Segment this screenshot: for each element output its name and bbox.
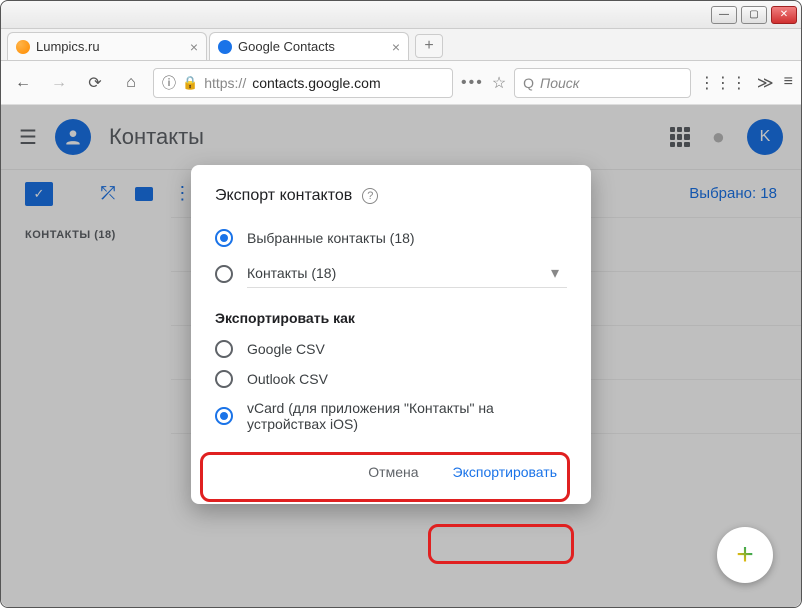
content-area: ☰ Контакты ● K ✓ ⤱ ⋮ Выбрано: 18 КОНТАКТ… (1, 105, 801, 607)
home-button[interactable]: ⌂ (117, 69, 145, 97)
radio-icon (215, 229, 233, 247)
back-button[interactable]: ← (9, 69, 37, 97)
window-maximize-button[interactable]: ▢ (741, 6, 767, 24)
new-tab-button[interactable]: + (415, 34, 443, 58)
export-button[interactable]: Экспортировать (443, 456, 567, 488)
navbar: ← → ⟳ ⌂ ⓘ 🔒 https://contacts.google.com … (1, 61, 801, 105)
menu-icon[interactable]: ≡ (784, 73, 793, 93)
radio-label: Google CSV (247, 341, 325, 357)
radio-icon (215, 265, 233, 283)
browser-tab[interactable]: Google Contacts × (209, 32, 409, 60)
tab-strip: Lumpics.ru × Google Contacts × + (1, 29, 801, 61)
favicon-icon (218, 40, 232, 54)
window-minimize-button[interactable]: — (711, 6, 737, 24)
bookmark-icon[interactable]: ☆ (492, 73, 506, 93)
radio-outlook-csv[interactable]: Outlook CSV (215, 364, 567, 394)
format-section-header: Экспортировать как (215, 310, 567, 326)
favicon-icon (16, 40, 30, 54)
url-host: contacts.google.com (252, 75, 380, 91)
toolbar-right: ⋮⋮⋮ ≫ ≡ (699, 73, 793, 93)
browser-tab[interactable]: Lumpics.ru × (7, 32, 207, 60)
radio-label: Выбранные контакты (18) (247, 230, 415, 246)
forward-button[interactable]: → (45, 69, 73, 97)
radio-selected-contacts[interactable]: Выбранные контакты (18) (215, 223, 567, 253)
dialog-actions: Отмена Экспортировать (215, 456, 567, 488)
library-icon[interactable]: ⋮⋮⋮ (699, 73, 747, 93)
help-icon[interactable]: ? (362, 188, 378, 204)
radio-label: Outlook CSV (247, 371, 328, 387)
radio-icon (215, 370, 233, 388)
reload-button[interactable]: ⟳ (81, 69, 109, 97)
window-close-button[interactable]: ✕ (771, 6, 797, 24)
dropdown-value: Контакты (18) (247, 265, 336, 281)
dialog-title-row: Экспорт контактов ? (215, 187, 567, 205)
cancel-button[interactable]: Отмена (358, 456, 428, 488)
browser-window: — ▢ ✕ Lumpics.ru × Google Contacts × + ←… (0, 0, 802, 608)
url-protocol: https:// (204, 75, 246, 91)
lock-icon: 🔒 (182, 75, 198, 91)
chevron-down-icon: ▾ (551, 263, 559, 283)
search-box[interactable]: Q Поиск (514, 68, 691, 98)
tab-title: Google Contacts (238, 39, 335, 54)
search-placeholder: Поиск (540, 75, 579, 91)
contacts-dropdown[interactable]: Контакты (18) ▾ (247, 259, 567, 288)
address-bar[interactable]: ⓘ 🔒 https:// contacts.google.com (153, 68, 453, 98)
search-icon: Q (523, 75, 534, 91)
radio-icon (215, 407, 233, 425)
add-contact-fab[interactable]: + (717, 527, 773, 583)
tab-close-icon[interactable]: × (190, 39, 198, 55)
tab-title: Lumpics.ru (36, 39, 100, 54)
radio-all-contacts[interactable]: Контакты (18) ▾ (215, 253, 567, 294)
radio-label: vCard (для приложения "Контакты" на устр… (247, 400, 567, 432)
tab-close-icon[interactable]: × (392, 39, 400, 55)
radio-google-csv[interactable]: Google CSV (215, 334, 567, 364)
titlebar: — ▢ ✕ (1, 1, 801, 29)
dialog-title: Экспорт контактов (215, 187, 352, 205)
sidebar-icon[interactable]: ≫ (757, 73, 774, 93)
radio-icon (215, 340, 233, 358)
radio-vcard[interactable]: vCard (для приложения "Контакты" на устр… (215, 394, 567, 438)
plus-icon: + (736, 538, 754, 572)
export-dialog: Экспорт контактов ? Выбранные контакты (… (191, 165, 591, 504)
page-actions-icon[interactable]: ••• (461, 74, 484, 92)
info-icon: ⓘ (162, 73, 176, 93)
